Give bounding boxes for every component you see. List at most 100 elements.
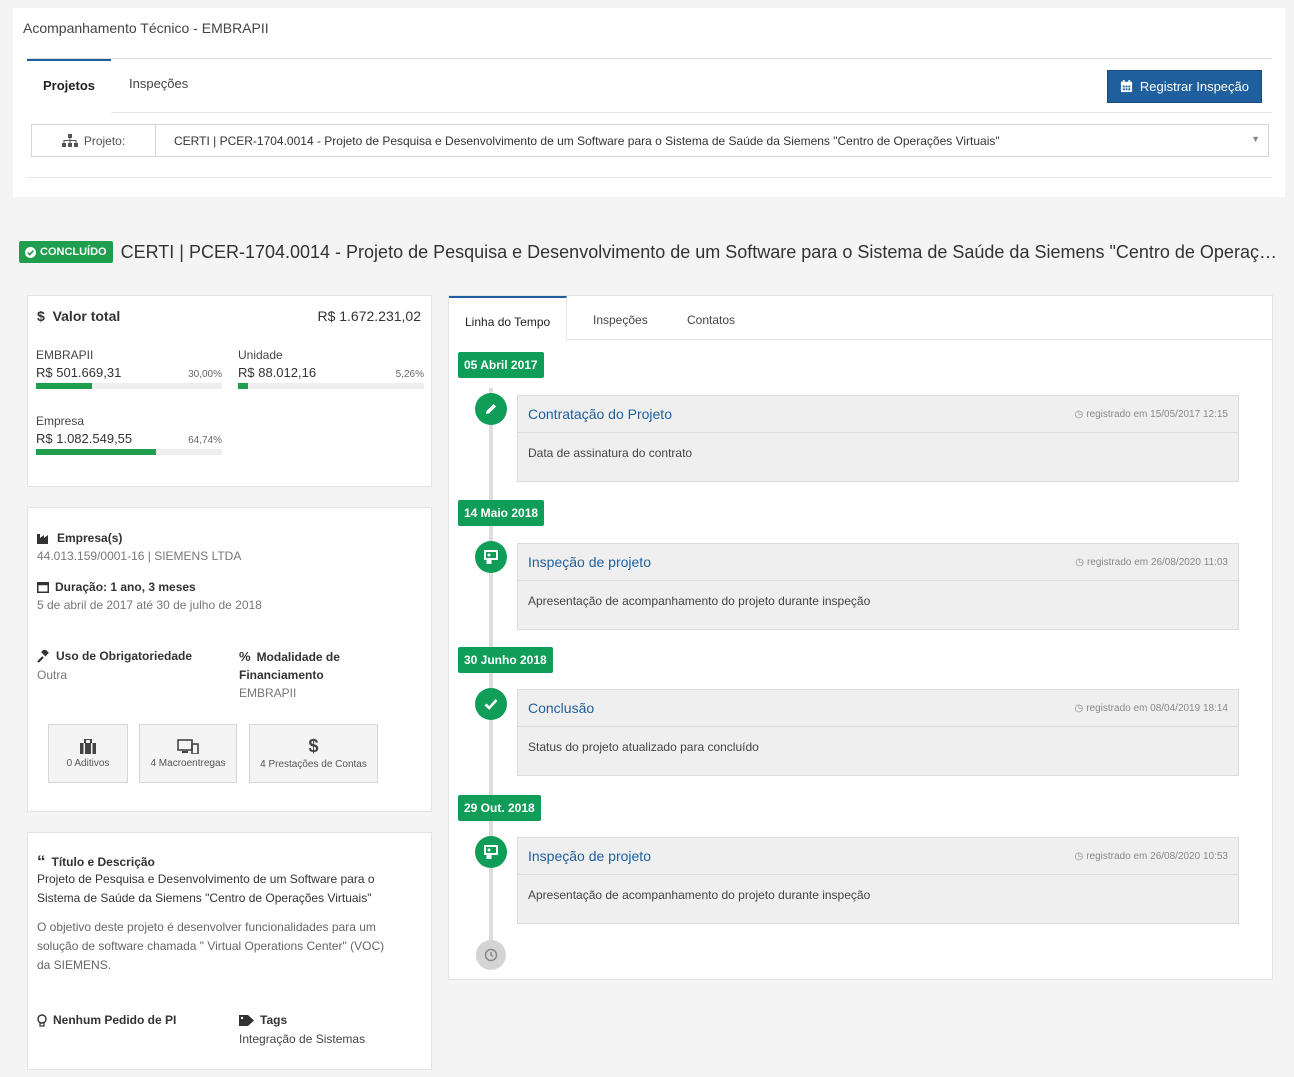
fin-value: R$ 88.012,16 xyxy=(238,365,317,380)
gavel-icon xyxy=(37,649,49,663)
tags-value: Integração de Sistemas xyxy=(239,1032,366,1046)
register-inspection-button[interactable]: Registrar Inspeção xyxy=(1106,70,1262,103)
modalidade-label-2: Financiamento xyxy=(239,668,324,682)
caret-down-icon[interactable]: ▼ xyxy=(1251,134,1260,144)
fin-name: Unidade xyxy=(238,348,283,362)
top-card: Acompanhamento Técnico - EMBRAPII Projet… xyxy=(13,8,1285,197)
event-title[interactable]: Contratação do Projeto xyxy=(528,406,672,422)
status-badge-label: CONCLUÍDO xyxy=(40,246,107,258)
event-title[interactable]: Inspeção de projeto xyxy=(528,554,651,570)
event-description: Apresentação de acompanhamento do projet… xyxy=(528,594,871,608)
calendar-icon xyxy=(1120,80,1132,93)
event-registered: registrado em 26/08/2020 10:53 xyxy=(1086,850,1228,862)
presentation-icon xyxy=(475,836,507,868)
fin-value: R$ 1.082.549,55 xyxy=(36,431,133,446)
briefcase-icon xyxy=(80,738,96,754)
duracao-label: Duração: 1 ano, 3 meses xyxy=(55,580,196,594)
event-registered: registrado em 15/05/2017 12:15 xyxy=(1086,408,1228,420)
titulo-line-1: Projeto de Pesquisa e Desenvolvimento de… xyxy=(37,872,375,886)
event-description: Status do projeto atualizado para conclu… xyxy=(528,740,759,754)
duracao-value: 5 de abril de 2017 até 30 de julho de 20… xyxy=(37,598,262,612)
fin-embrapii: EMBRAPII R$ 501.669,31 30,00% xyxy=(36,348,222,389)
tags-label: Tags xyxy=(260,1013,288,1027)
quote-icon: “ xyxy=(37,852,46,871)
project-select-label: Projeto: xyxy=(83,133,126,148)
fin-empresa: Empresa R$ 1.082.549,55 64,74% xyxy=(36,414,222,455)
modalidade-value: EMBRAPII xyxy=(239,686,297,700)
timeline-date: 14 Maio 2018 xyxy=(458,500,545,526)
modalidade-section: % Modalidade de Financiamento EMBRAPII xyxy=(239,649,340,700)
check-circle-icon xyxy=(25,246,36,258)
progress-bar xyxy=(238,383,424,389)
clock-icon: ◷ xyxy=(1074,408,1084,420)
lightbulb-icon xyxy=(37,1013,47,1027)
modalidade-label: Modalidade de xyxy=(256,649,340,664)
prestacoes-counter[interactable]: $ 4 Prestações de Contas xyxy=(249,724,378,783)
tab-inspecoes-detail[interactable]: Inspeções xyxy=(577,296,664,340)
progress-fill xyxy=(36,449,157,455)
timeline-date: 30 Junho 2018 xyxy=(458,647,553,673)
timeline-event: Contratação do Projeto ◷ registrado em 15… xyxy=(517,395,1239,482)
fin-value: R$ 501.669,31 xyxy=(36,365,122,380)
tab-linha-do-tempo[interactable]: Linha do Tempo xyxy=(449,296,568,341)
empresa-section: Empresa(s) 44.013.159/0001-16 | SIEMENS … xyxy=(37,531,241,563)
macroentregas-label: 4 Macroentregas xyxy=(150,757,226,769)
empresa-value: 44.013.159/0001-16 | SIEMENS LTDA xyxy=(37,549,242,563)
project-select-label-box: Projeto: xyxy=(32,125,156,156)
project-select[interactable]: Projeto: CERTI | PCER-1704.0014 - Projet… xyxy=(31,124,1269,157)
descricao-line-1: O objetivo deste projeto é desenvolver f… xyxy=(37,920,376,934)
uso-value: Outra xyxy=(37,668,68,682)
project-select-value[interactable]: CERTI | PCER-1704.0014 - Projeto de Pesq… xyxy=(156,125,1268,156)
valor-amount: R$ 1.672.231,02 xyxy=(317,308,421,324)
devices-icon xyxy=(177,738,199,754)
clock-icon: ◷ xyxy=(1074,850,1084,862)
aditivos-counter[interactable]: 0 Aditivos xyxy=(48,724,128,783)
titulo-line-2: Sistema de Saúde da Siemens "Centro de O… xyxy=(37,891,372,905)
timeline-event: Inspeção de projeto ◷ registrado em 26/08… xyxy=(517,837,1239,924)
tags-section: Tags Integração de Sistemas xyxy=(239,1013,365,1046)
event-registered: registrado em 26/08/2020 11:03 xyxy=(1086,556,1228,568)
tag-icon xyxy=(239,1014,254,1026)
detail-tabs: Linha do Tempo Inspeções Contatos xyxy=(449,296,1272,341)
fin-name: EMBRAPII xyxy=(36,348,94,362)
fin-name: Empresa xyxy=(36,414,85,428)
timeline-date: 05 Abril 2017 xyxy=(458,352,544,378)
duracao-section: Duração: 1 ano, 3 meses 5 de abril de 20… xyxy=(37,580,262,612)
progress-bar xyxy=(36,449,222,455)
aditivos-label: 0 Aditivos xyxy=(66,757,110,769)
prestacoes-label: 4 Prestações de Contas xyxy=(260,758,367,770)
timeline-event: Conclusão ◷ registrado em 08/04/2019 18:1… xyxy=(517,689,1239,776)
main-tabs: Projetos Inspeções Registrar Inspeção xyxy=(27,59,1272,113)
event-description: Apresentação de acompanhamento do projet… xyxy=(528,888,871,902)
event-title[interactable]: Conclusão xyxy=(528,700,594,716)
timeline-end-clock-icon xyxy=(476,940,506,970)
pencil-icon xyxy=(475,393,507,425)
dollar-icon: $ xyxy=(308,735,319,756)
project-selector-panel: Projetos Inspeções Registrar Inspeção Pr… xyxy=(27,58,1272,178)
uso-section: Uso de Obrigatoriedade Outra xyxy=(37,649,192,682)
presentation-icon xyxy=(475,541,507,573)
tab-inspecoes[interactable]: Inspeções xyxy=(113,59,204,113)
event-title[interactable]: Inspeção de projeto xyxy=(528,848,651,864)
event-description: Data de assinatura do contrato xyxy=(528,446,693,460)
descricao-line-3: da SIEMENS. xyxy=(37,958,112,972)
timeline-date: 29 Out. 2018 xyxy=(458,795,541,821)
project-select-text: CERTI | PCER-1704.0014 - Projeto de Pesq… xyxy=(174,133,1000,148)
details-card: Empresa(s) 44.013.159/0001-16 | SIEMENS … xyxy=(27,507,432,812)
progress-bar xyxy=(36,383,222,389)
macroentregas-counter[interactable]: 4 Macroentregas xyxy=(139,724,237,783)
fin-pct: 5,26% xyxy=(395,369,424,380)
page-title: CERTI | PCER-1704.0014 - Projeto de Pesq… xyxy=(120,241,1284,262)
industry-icon xyxy=(37,533,48,544)
fin-pct: 64,74% xyxy=(188,435,222,446)
tab-projetos[interactable]: Projetos xyxy=(27,59,112,113)
tab-contatos[interactable]: Contatos xyxy=(671,296,751,340)
description-card: “ Título e Descrição Projeto de Pesquisa… xyxy=(27,832,432,1070)
event-registered: registrado em 08/04/2019 18:14 xyxy=(1086,702,1228,714)
register-inspection-label: Registrar Inspeção xyxy=(1139,79,1249,94)
sitemap-icon xyxy=(61,134,78,147)
progress-fill xyxy=(36,383,92,389)
empresa-label: Empresa(s) xyxy=(57,531,123,545)
pi-label: Nenhum Pedido de PI xyxy=(53,1013,177,1027)
uso-label: Uso de Obrigatoriedade xyxy=(56,649,193,663)
